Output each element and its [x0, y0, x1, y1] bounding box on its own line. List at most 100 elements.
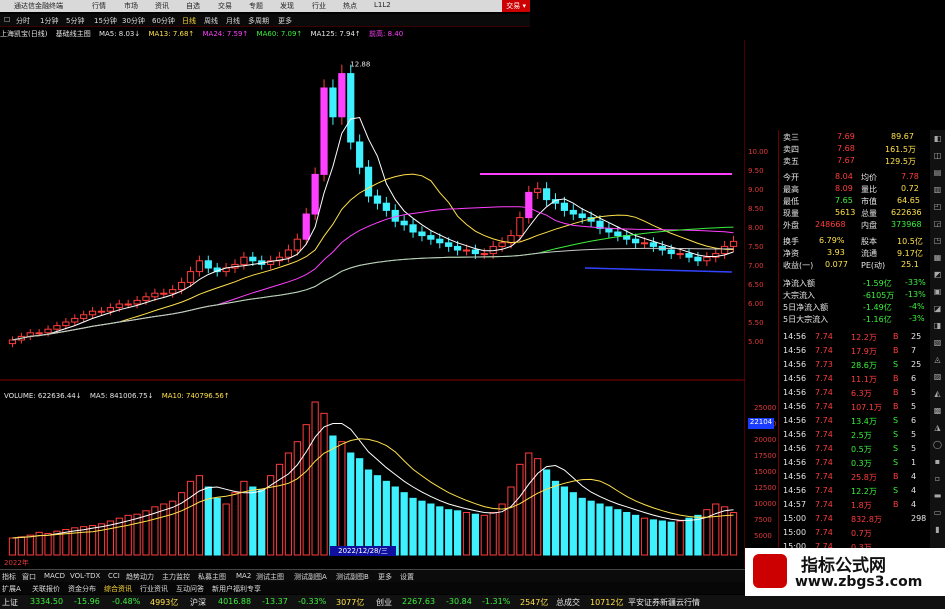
candle-body — [480, 253, 488, 256]
volume-bar — [569, 492, 577, 556]
tab-window[interactable]: 窗口 — [22, 572, 36, 582]
menu-item-discover[interactable]: 发现 — [280, 1, 294, 11]
tab-vol-tdx[interactable]: VOL-TDX — [70, 572, 100, 580]
candle-body — [53, 325, 61, 330]
candle-body — [649, 242, 658, 247]
flow-pct: -4% — [909, 302, 925, 311]
tab-more[interactable]: 更多 — [378, 572, 392, 582]
tab-ext-a[interactable]: 扩展A — [2, 584, 21, 594]
tick-time: 14:56 — [783, 402, 807, 411]
volume-bar — [382, 480, 390, 556]
volume-bar — [587, 500, 595, 556]
tick-count: 4 — [911, 500, 917, 509]
tab-test-sub-a[interactable]: 测试副图A — [294, 572, 327, 582]
title-bar: 通达信金融终端 行情 市场 资讯 自选 交易 专题 发现 行业 热点 L1L2 … — [0, 0, 530, 12]
period-1min[interactable]: 1分钟 — [40, 16, 58, 26]
candle-body — [106, 307, 114, 312]
tab-settings[interactable]: 设置 — [400, 572, 414, 582]
index-name[interactable]: 沪深 — [190, 597, 206, 608]
volume-tick: 20000 — [754, 436, 777, 444]
candle-body — [729, 240, 738, 247]
tab-qa[interactable]: 互动问答 — [176, 584, 204, 594]
stat-value: 0.077 — [825, 260, 848, 269]
tab-fund-dist[interactable]: 资金分布 — [68, 584, 96, 594]
tab-related[interactable]: 关联报价 — [32, 584, 60, 594]
index-bar: 上证 3334.50 -15.96 -0.48% 4993亿 沪深 4016.8… — [0, 595, 945, 609]
tool-icons[interactable]: ◧ ◫ ▤ ▥ ◰ ◲ ◳ ▦ ◩ ▣ ◪ ◨ ▧ ◬ ▨ ◭ ▩ ◮ ◯ ▪ ▫ ▬ ▭ ▮ — [930, 130, 945, 538]
period-60min[interactable]: 60分钟 — [152, 16, 175, 26]
candle-body — [71, 317, 79, 323]
candle-body — [311, 173, 319, 215]
kline-chart[interactable]: 12.88 — [0, 40, 745, 568]
period-intraday[interactable]: 分时 — [16, 16, 30, 26]
period-5min[interactable]: 5分钟 — [66, 16, 84, 26]
volume-tick: 25000 — [754, 404, 777, 412]
period-multi[interactable]: 多周期 — [248, 16, 269, 26]
tick-count: 6 — [911, 416, 917, 425]
tick-price: 7.74 — [815, 458, 833, 467]
tab-trend[interactable]: 趋势动力 — [126, 572, 154, 582]
menu-item-l1l2[interactable]: L1L2 — [374, 1, 391, 9]
indicator-name[interactable]: 基础线主图 — [56, 30, 91, 38]
stat-label: 今开 — [783, 173, 799, 182]
candle-body — [569, 209, 577, 215]
tick-price: 7.74 — [815, 430, 833, 439]
tab-industry-news[interactable]: 行业资讯 — [140, 584, 168, 594]
period-monthly[interactable]: 月线 — [226, 16, 240, 26]
index-name[interactable]: 上证 — [2, 597, 18, 608]
tab-macd[interactable]: MACD — [44, 572, 65, 580]
tick-count: 4 — [911, 486, 917, 495]
menu-item-watchlist[interactable]: 自选 — [186, 1, 200, 11]
tick-side: S — [893, 444, 899, 453]
stat-label: 均价 — [861, 173, 877, 182]
period-menu-icon[interactable]: ☐ — [4, 16, 10, 24]
period-more[interactable]: 更多 — [278, 16, 292, 26]
menu-item-trade[interactable]: 交易 — [218, 1, 232, 11]
menu-item-topics[interactable]: 专题 — [249, 1, 263, 11]
tick-time: 15:00 — [783, 514, 807, 523]
period-30min[interactable]: 30分钟 — [122, 16, 145, 26]
tab-new-user[interactable]: 新用户福利专享 — [212, 584, 261, 594]
volume-bar — [516, 463, 524, 556]
stat-value: 248668 — [815, 220, 846, 229]
tick-side: B — [893, 346, 899, 355]
menu-item-quotes[interactable]: 行情 — [92, 1, 106, 11]
menu-item-industry[interactable]: 行业 — [312, 1, 326, 11]
candle-body — [516, 217, 524, 237]
tab-test-main[interactable]: 测试主图 — [256, 572, 284, 582]
tick-time: 14:56 — [783, 388, 807, 397]
peak-price-label: 12.88 — [350, 61, 370, 69]
trade-button[interactable]: 交易 ▾ — [502, 0, 530, 12]
period-weekly[interactable]: 周线 — [204, 16, 218, 26]
volume-bar — [471, 513, 479, 556]
volume-bar — [142, 510, 150, 556]
menu-item-news[interactable]: 资讯 — [155, 1, 169, 11]
candle-body — [8, 339, 17, 345]
tab-private-main[interactable]: 私募主图 — [198, 572, 226, 582]
tab-test-sub-b[interactable]: 测试副图B — [336, 572, 369, 582]
volume-tick: 7500 — [754, 516, 772, 524]
stat-label: 现量 — [783, 209, 799, 218]
tick-count: 5 — [911, 388, 917, 397]
tab-ma2[interactable]: MA2 — [236, 572, 251, 580]
volume-bar — [436, 506, 444, 556]
period-15min[interactable]: 15分钟 — [94, 16, 117, 26]
index-name[interactable]: 创业 — [376, 597, 392, 608]
tab-indicator[interactable]: 指标 — [2, 572, 16, 582]
menu-item-hot[interactable]: 热点 — [343, 1, 357, 11]
tick-price: 7.74 — [815, 402, 833, 411]
stat-value: 9.17亿 — [897, 249, 923, 258]
tick-side: S — [893, 458, 899, 467]
volume-value[interactable]: VOLUME: 622636.44↓ — [4, 392, 82, 400]
ticker-text[interactable]: 平安证券新疆云行情 — [628, 597, 700, 608]
tab-main-monitor[interactable]: 主力监控 — [162, 572, 190, 582]
tab-news[interactable]: 综合资讯 — [104, 584, 132, 594]
candle-body — [204, 260, 212, 269]
candle-body — [721, 245, 729, 255]
index-pct: -1.31% — [482, 597, 511, 606]
tick-price: 7.74 — [815, 528, 833, 537]
candle-body — [35, 332, 43, 335]
period-daily[interactable]: 日线 — [182, 16, 196, 26]
tab-cci[interactable]: CCI — [108, 572, 120, 580]
menu-item-market[interactable]: 市场 — [124, 1, 138, 11]
